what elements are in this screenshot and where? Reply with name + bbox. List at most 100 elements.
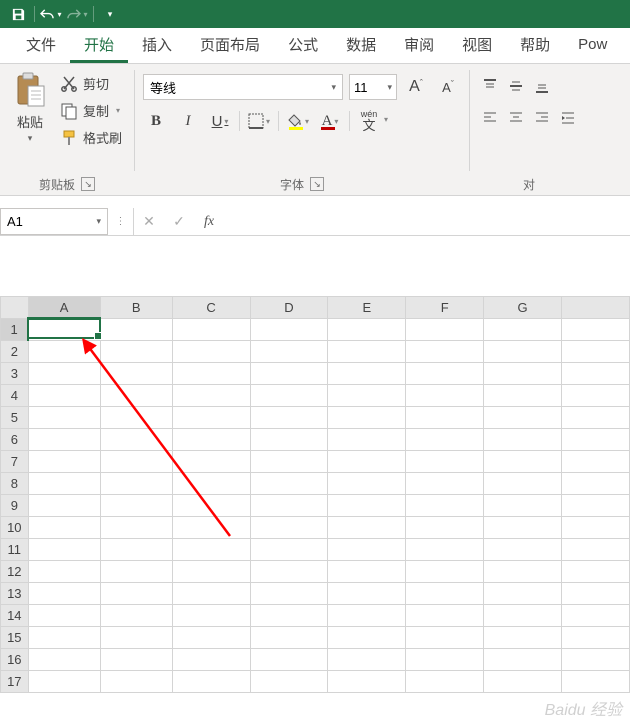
cell[interactable] xyxy=(28,429,100,451)
border-button[interactable]: ▾ xyxy=(246,108,272,134)
cell[interactable] xyxy=(484,539,562,561)
align-left-button[interactable] xyxy=(478,106,502,130)
cell[interactable] xyxy=(328,605,406,627)
cell[interactable] xyxy=(562,627,630,649)
cell[interactable] xyxy=(484,363,562,385)
cell[interactable] xyxy=(484,627,562,649)
cell[interactable] xyxy=(406,429,484,451)
cell[interactable] xyxy=(28,341,100,363)
indent-button[interactable] xyxy=(556,106,580,130)
row-header[interactable]: 14 xyxy=(1,605,29,627)
row-header[interactable]: 7 xyxy=(1,451,29,473)
cell[interactable] xyxy=(484,561,562,583)
clipboard-launcher[interactable]: ↘ xyxy=(81,177,95,191)
row-header[interactable]: 8 xyxy=(1,473,29,495)
cell[interactable] xyxy=(406,451,484,473)
cell[interactable] xyxy=(484,583,562,605)
cell[interactable] xyxy=(100,495,172,517)
cell[interactable] xyxy=(406,407,484,429)
bold-button[interactable]: B xyxy=(143,108,169,134)
row-header[interactable]: 2 xyxy=(1,341,29,363)
cell[interactable] xyxy=(28,649,100,671)
cell[interactable] xyxy=(328,627,406,649)
cell[interactable] xyxy=(172,561,250,583)
align-top-button[interactable] xyxy=(478,74,502,98)
cell[interactable] xyxy=(250,649,328,671)
tab-formulas[interactable]: 公式 xyxy=(274,28,332,63)
column-header[interactable]: G xyxy=(484,297,562,319)
name-box[interactable]: A1 ▾ xyxy=(0,208,108,235)
cell[interactable] xyxy=(406,627,484,649)
cell[interactable] xyxy=(100,429,172,451)
column-header[interactable]: D xyxy=(250,297,328,319)
font-name-select[interactable]: 等线 ▾ xyxy=(143,74,343,100)
cell[interactable] xyxy=(328,517,406,539)
cell[interactable] xyxy=(172,583,250,605)
cell[interactable] xyxy=(406,671,484,693)
cell[interactable] xyxy=(562,341,630,363)
confirm-button[interactable]: ✓ xyxy=(164,213,194,230)
cell[interactable] xyxy=(484,649,562,671)
cell[interactable] xyxy=(28,407,100,429)
cell[interactable] xyxy=(172,451,250,473)
format-painter-button[interactable]: 格式刷 xyxy=(56,126,126,149)
cell[interactable] xyxy=(100,671,172,693)
undo-button[interactable]: ▾ xyxy=(39,2,63,26)
column-header[interactable]: F xyxy=(406,297,484,319)
row-header[interactable]: 10 xyxy=(1,517,29,539)
cell[interactable] xyxy=(250,583,328,605)
cell[interactable] xyxy=(250,341,328,363)
copy-button[interactable]: 复制 ▾ xyxy=(56,99,126,122)
align-bottom-button[interactable] xyxy=(530,74,554,98)
cell[interactable] xyxy=(172,495,250,517)
row-header[interactable]: 13 xyxy=(1,583,29,605)
tab-home[interactable]: 开始 xyxy=(70,28,128,63)
cell[interactable] xyxy=(562,671,630,693)
column-header[interactable]: E xyxy=(328,297,406,319)
cell[interactable] xyxy=(484,341,562,363)
tab-data[interactable]: 数据 xyxy=(332,28,390,63)
tab-help[interactable]: 帮助 xyxy=(506,28,564,63)
cell[interactable] xyxy=(328,319,406,341)
cell[interactable] xyxy=(562,495,630,517)
cell[interactable] xyxy=(250,561,328,583)
cell[interactable] xyxy=(172,605,250,627)
row-header[interactable]: 4 xyxy=(1,385,29,407)
cell[interactable] xyxy=(406,495,484,517)
cell[interactable] xyxy=(250,539,328,561)
cell[interactable] xyxy=(406,583,484,605)
cell[interactable] xyxy=(172,649,250,671)
cell[interactable] xyxy=(250,319,328,341)
select-all-corner[interactable] xyxy=(1,297,29,319)
cell[interactable] xyxy=(100,627,172,649)
cell[interactable] xyxy=(100,649,172,671)
cell[interactable] xyxy=(28,319,100,341)
cell[interactable] xyxy=(28,363,100,385)
cell[interactable] xyxy=(100,341,172,363)
cell[interactable] xyxy=(172,429,250,451)
column-header[interactable] xyxy=(562,297,630,319)
cell[interactable] xyxy=(406,539,484,561)
save-button[interactable] xyxy=(6,2,30,26)
cell[interactable] xyxy=(406,385,484,407)
cell[interactable] xyxy=(28,495,100,517)
cell[interactable] xyxy=(328,649,406,671)
cell[interactable] xyxy=(406,517,484,539)
cell[interactable] xyxy=(100,451,172,473)
cell[interactable] xyxy=(28,605,100,627)
tab-file[interactable]: 文件 xyxy=(12,28,70,63)
fx-button[interactable]: fx xyxy=(194,214,224,230)
cell[interactable] xyxy=(172,539,250,561)
cell[interactable] xyxy=(250,429,328,451)
cell[interactable] xyxy=(100,539,172,561)
cell[interactable] xyxy=(172,671,250,693)
cell[interactable] xyxy=(100,561,172,583)
cell[interactable] xyxy=(100,473,172,495)
tab-review[interactable]: 审阅 xyxy=(390,28,448,63)
cell[interactable] xyxy=(172,385,250,407)
font-launcher[interactable]: ↘ xyxy=(310,177,324,191)
cell[interactable] xyxy=(406,605,484,627)
align-center-button[interactable] xyxy=(504,106,528,130)
cell[interactable] xyxy=(100,363,172,385)
cell[interactable] xyxy=(328,539,406,561)
